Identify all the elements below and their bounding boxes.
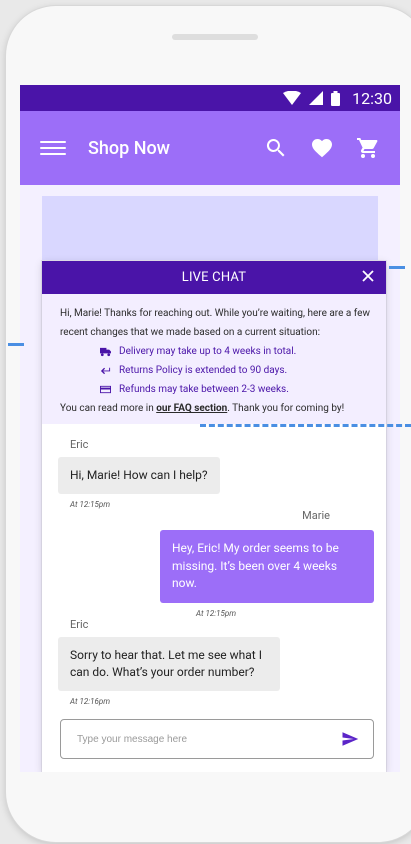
annotation-dashed-line: [200, 424, 411, 427]
send-icon[interactable]: [341, 730, 359, 748]
message-time: At 12:15pm: [70, 500, 111, 510]
notice-item-text: Delivery may take up to 4 weeks in total…: [119, 346, 297, 357]
app-bar: Shop Now: [20, 111, 400, 185]
sender-name: Eric: [70, 617, 89, 631]
menu-icon[interactable]: [40, 141, 66, 155]
live-chat-panel: LIVE CHAT Hi, Marie! Thanks for reaching…: [42, 261, 386, 772]
annotation-line-left: [8, 343, 24, 346]
credit-card-icon: [100, 385, 111, 394]
status-time: 12:30: [352, 88, 392, 108]
close-icon[interactable]: [360, 268, 376, 284]
notice-item-text: Refunds may take between 2-3 weeks.: [119, 384, 289, 395]
message-input[interactable]: [75, 732, 319, 746]
notice-footer: You can read more in our FAQ section. Th…: [60, 399, 374, 418]
notice-item-delivery: Delivery may take up to 4 weeks in total…: [100, 342, 374, 361]
banner-placeholder: [42, 196, 378, 260]
chat-title: LIVE CHAT: [181, 270, 247, 285]
notice-item-returns: Returns Policy is extended to 90 days.: [100, 361, 374, 380]
app-title: Shop Now: [88, 137, 171, 159]
signal-icon: [309, 91, 324, 105]
message-list: Eric Hi, Marie! How can I help? At 12:15…: [42, 424, 386, 706]
message-bubble-outgoing: Hey, Eric! My order seems to be missing.…: [160, 530, 374, 603]
status-bar: 12:30: [20, 85, 400, 111]
cart-icon[interactable]: [356, 136, 380, 160]
message-time: At 12:16pm: [70, 697, 111, 707]
notice-footer-end: . Thank you for coming by!: [227, 403, 345, 414]
message-bubble-incoming: Sorry to hear that. Let me see what I ca…: [58, 636, 280, 692]
notice-item-text: Returns Policy is extended to 90 days.: [119, 365, 288, 376]
battery-icon: [331, 90, 341, 106]
chat-header: LIVE CHAT: [42, 261, 386, 294]
return-arrow-icon: [100, 367, 111, 375]
message-bubble-incoming: Hi, Marie! How can I help?: [58, 457, 220, 495]
message-composer: [60, 719, 374, 759]
annotation-line-right-top: [389, 266, 405, 269]
notice-intro: Hi, Marie! Thanks for reaching out. Whil…: [60, 308, 370, 338]
app-screen: 12:30 Shop Now LIVE CHAT Hi, Marie! Than…: [20, 85, 400, 772]
truck-icon: [100, 347, 111, 357]
phone-speaker: [172, 34, 258, 40]
sender-name: Eric: [70, 438, 89, 451]
sender-name: Marie: [302, 509, 330, 523]
notice-list: Delivery may take up to 4 weeks in total…: [60, 342, 374, 399]
search-icon[interactable]: [264, 136, 288, 160]
heart-icon[interactable]: [310, 136, 334, 160]
message-time: At 12:15pm: [195, 608, 237, 618]
wifi-icon: [283, 91, 302, 105]
notice-footer-text: You can read more in: [60, 403, 157, 414]
faq-link[interactable]: our FAQ section: [156, 403, 227, 414]
notice-item-refunds: Refunds may take between 2-3 weeks.: [100, 380, 374, 399]
chat-notice: Hi, Marie! Thanks for reaching out. Whil…: [42, 294, 386, 424]
